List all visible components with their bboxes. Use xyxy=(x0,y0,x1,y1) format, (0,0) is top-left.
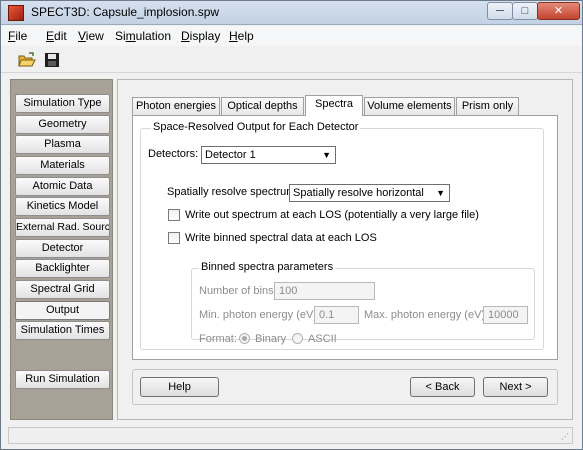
space-resolved-output-title: Space-Resolved Output for Each Detector xyxy=(151,121,361,133)
menu-help-hotkey: H xyxy=(229,29,238,43)
format-ascii-radio[interactable] xyxy=(292,333,303,344)
wizard-button-bar: Help < Back Next > xyxy=(132,369,558,405)
sidebar-item-atomic-data[interactable]: Atomic Data xyxy=(15,177,110,196)
window-title: SPECT3D: Capsule_implosion.spw xyxy=(31,5,220,19)
close-button[interactable]: ✕ xyxy=(537,2,580,20)
detectors-dropdown-value: Detector 1 xyxy=(205,149,256,161)
write-los-label: Write out spectrum at each LOS (potentia… xyxy=(185,209,479,221)
max-photon-energy-label: Max. photon energy (eV): xyxy=(364,309,489,321)
binned-spectra-group: Binned spectra parameters Number of bins… xyxy=(191,261,535,345)
tab-volume-elements[interactable]: Volume elements xyxy=(364,97,455,115)
tab-spectra[interactable]: Spectra xyxy=(305,95,363,116)
status-bar: ⋰ xyxy=(8,427,573,444)
menu-view-label: iew xyxy=(85,29,104,43)
sidebar-item-output[interactable]: Output xyxy=(15,301,110,320)
resolve-spectrum-dropdown-value: Spatially resolve horizontal xyxy=(293,187,424,199)
menu-file-label: ile xyxy=(15,29,28,43)
save-disk-icon[interactable] xyxy=(43,51,61,69)
menu-simulation-prefix: Si xyxy=(115,29,126,43)
number-of-bins-input[interactable]: 100 xyxy=(274,282,375,300)
menu-edit-hotkey: E xyxy=(46,29,55,43)
sidebar-item-geometry[interactable]: Geometry xyxy=(15,115,110,134)
format-label: Format: xyxy=(199,333,237,345)
menu-simulation-hotkey: m xyxy=(125,29,136,43)
menu-help[interactable]: Help xyxy=(229,29,254,43)
write-binned-checkbox[interactable] xyxy=(168,232,180,244)
sidebar-item-kinetics-model[interactable]: Kinetics Model xyxy=(15,197,110,216)
run-simulation-button[interactable]: Run Simulation xyxy=(15,370,110,389)
resolve-spectrum-dropdown[interactable]: Spatially resolve horizontal ▼ xyxy=(289,184,450,202)
app-window: SPECT3D: Capsule_implosion.spw ─ □ ✕ Fil… xyxy=(0,0,583,450)
sidebar-item-external-rad-source[interactable]: External Rad. Source xyxy=(15,218,110,237)
tab-prism-only[interactable]: Prism only xyxy=(456,97,519,115)
chevron-down-icon: ▼ xyxy=(322,150,331,160)
sidebar-item-spectral-grid[interactable]: Spectral Grid xyxy=(15,280,110,299)
app-icon xyxy=(8,5,24,21)
menu-file[interactable]: File xyxy=(8,29,27,43)
resize-grip-icon[interactable]: ⋰ xyxy=(561,432,571,442)
min-photon-energy-input[interactable]: 0.1 xyxy=(314,306,359,324)
format-binary-radio[interactable] xyxy=(239,333,250,344)
detectors-label: Detectors: xyxy=(148,148,199,160)
sidebar-item-simulation-times[interactable]: Simulation Times xyxy=(15,321,110,340)
resolve-spectrum-label: Spatially resolve spectrum: xyxy=(167,186,299,198)
sidebar-item-backlighter[interactable]: Backlighter xyxy=(15,259,110,278)
detectors-dropdown[interactable]: Detector 1 ▼ xyxy=(201,146,336,164)
max-photon-energy-input[interactable]: 10000 xyxy=(483,306,528,324)
sidebar-item-simulation-type[interactable]: Simulation Type xyxy=(15,94,110,113)
next-button[interactable]: Next > xyxy=(483,377,548,397)
maximize-button[interactable]: □ xyxy=(512,2,538,20)
menu-display[interactable]: Display xyxy=(181,29,220,43)
menu-edit-label: dit xyxy=(54,29,67,43)
min-photon-energy-label: Min. photon energy (eV): xyxy=(199,309,321,321)
write-binned-label: Write binned spectral data at each LOS xyxy=(185,232,377,244)
sidebar-item-materials[interactable]: Materials xyxy=(15,156,110,175)
number-of-bins-label: Number of bins: xyxy=(199,285,277,297)
open-folder-icon[interactable] xyxy=(18,51,36,69)
format-binary-label: Binary xyxy=(255,333,287,345)
menu-display-label: isplay xyxy=(189,29,221,43)
main-panel: Photon energies Optical depths Spectra V… xyxy=(117,79,573,420)
spectra-tab-panel: Space-Resolved Output for Each Detector … xyxy=(132,115,558,360)
sidebar-item-detector[interactable]: Detector xyxy=(15,239,110,258)
tab-optical-depths[interactable]: Optical depths xyxy=(221,97,304,115)
format-ascii-label: ASCII xyxy=(308,333,337,345)
menu-edit[interactable]: Edit xyxy=(46,29,67,43)
menu-view[interactable]: View xyxy=(78,29,104,43)
sidebar-item-plasma[interactable]: Plasma xyxy=(15,135,110,154)
menu-bar: File Edit View Simulation Display Help xyxy=(1,26,582,46)
menu-display-hotkey: D xyxy=(181,29,190,43)
menu-view-hotkey: V xyxy=(78,29,86,43)
title-bar[interactable]: SPECT3D: Capsule_implosion.spw ─ □ ✕ xyxy=(1,1,582,25)
chevron-down-icon: ▼ xyxy=(436,188,445,198)
sidebar: Simulation Type Geometry Plasma Material… xyxy=(10,79,113,420)
menu-simulation[interactable]: Simulation xyxy=(115,29,171,43)
toolbar xyxy=(1,47,582,73)
back-button[interactable]: < Back xyxy=(410,377,475,397)
space-resolved-output-group: Space-Resolved Output for Each Detector … xyxy=(140,121,544,350)
menu-help-label: elp xyxy=(237,29,254,43)
binned-spectra-title: Binned spectra parameters xyxy=(199,261,336,273)
write-los-checkbox[interactable] xyxy=(168,209,180,221)
tab-photon-energies[interactable]: Photon energies xyxy=(132,97,220,115)
minimize-button[interactable]: ─ xyxy=(487,2,513,20)
menu-simulation-label: ulation xyxy=(135,29,172,43)
help-button[interactable]: Help xyxy=(140,377,219,397)
